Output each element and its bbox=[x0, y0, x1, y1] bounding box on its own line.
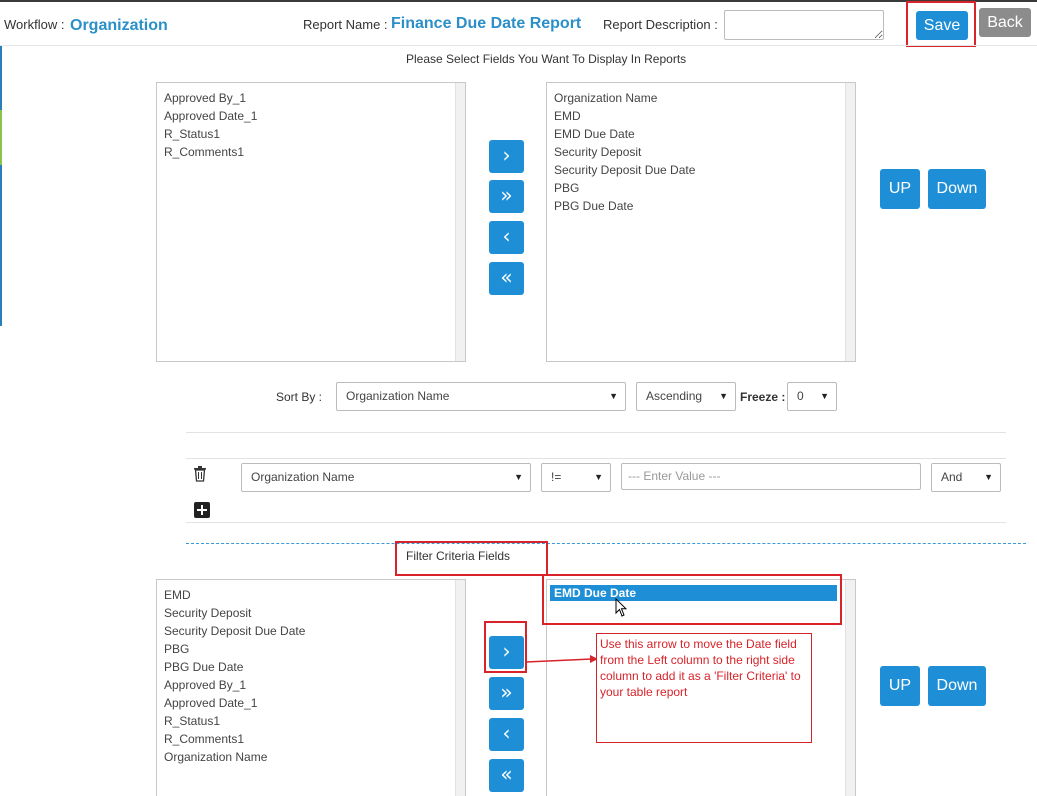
list-item[interactable]: Approved Date_1 bbox=[164, 694, 305, 712]
report-description-label: Report Description : bbox=[603, 17, 718, 32]
list-item[interactable]: Security Deposit Due Date bbox=[164, 622, 305, 640]
filter-operator-select[interactable]: != ▼ bbox=[541, 463, 611, 492]
mouse-cursor-icon bbox=[615, 597, 628, 621]
filter-section-title: Filter Criteria Fields bbox=[406, 549, 511, 563]
workflow-label: Workflow : bbox=[4, 17, 65, 32]
freeze-value: 0 bbox=[797, 389, 804, 403]
move-all-left-button[interactable]: « bbox=[489, 262, 524, 295]
list-item[interactable]: PBG bbox=[554, 179, 695, 197]
freeze-label: Freeze : bbox=[740, 390, 786, 404]
list-item[interactable]: Security Deposit Due Date bbox=[554, 161, 695, 179]
section-dashed-divider bbox=[186, 543, 1026, 544]
caret-down-icon: ▼ bbox=[609, 391, 618, 401]
header-divider bbox=[0, 45, 1037, 46]
available-filter-fields-items: EMD Security Deposit Security Deposit Due … bbox=[164, 586, 305, 766]
filter-field-value: Organization Name bbox=[251, 470, 355, 484]
report-description-input[interactable] bbox=[724, 10, 884, 40]
list-item[interactable]: Organization Name bbox=[554, 89, 695, 107]
filter-move-all-right-button[interactable]: » bbox=[489, 677, 524, 710]
report-name-label: Report Name : bbox=[303, 17, 388, 32]
filter-down-button[interactable]: Down bbox=[928, 666, 986, 706]
list-item[interactable]: R_Comments1 bbox=[164, 143, 257, 161]
selected-display-fields-items: Organization Name EMD EMD Due Date Security… bbox=[554, 89, 695, 215]
list-item[interactable]: Organization Name bbox=[164, 748, 305, 766]
list-item[interactable]: Approved Date_1 bbox=[164, 107, 257, 125]
caret-down-icon: ▼ bbox=[514, 472, 523, 482]
sort-by-label: Sort By : bbox=[276, 390, 323, 404]
available-display-fields-list[interactable]: Approved By_1 Approved Date_1 R_Status1 R_C… bbox=[156, 82, 466, 362]
sort-field-value: Organization Name bbox=[346, 389, 450, 403]
display-up-button[interactable]: UP bbox=[880, 169, 920, 209]
caret-down-icon: ▼ bbox=[719, 391, 728, 401]
available-display-fields-items: Approved By_1 Approved Date_1 R_Status1 R_C… bbox=[164, 89, 257, 161]
list-item[interactable]: Approved By_1 bbox=[164, 676, 305, 694]
report-name-value: Finance Due Date Report bbox=[391, 15, 582, 32]
list-item[interactable]: EMD bbox=[164, 586, 305, 604]
list-item[interactable]: Security Deposit bbox=[164, 604, 305, 622]
filter-conjunction-select[interactable]: And ▼ bbox=[931, 463, 1001, 492]
workflow-value: Organization bbox=[70, 17, 168, 34]
filter-value-input[interactable]: --- Enter Value --- bbox=[621, 463, 921, 490]
sort-order-select[interactable]: Ascending ▼ bbox=[636, 382, 736, 411]
available-filter-fields-list[interactable]: EMD Security Deposit Security Deposit Due … bbox=[156, 579, 466, 796]
list-item[interactable]: PBG bbox=[164, 640, 305, 658]
filter-operator-value: != bbox=[551, 470, 562, 484]
display-section-title: Please Select Fields You Want To Display… bbox=[406, 52, 687, 66]
divider bbox=[186, 522, 1006, 523]
freeze-select[interactable]: 0 ▼ bbox=[787, 382, 837, 411]
caret-down-icon: ▼ bbox=[820, 391, 829, 401]
list-item[interactable]: EMD bbox=[554, 107, 695, 125]
annotation-arrow-icon bbox=[525, 655, 598, 663]
scrollbar[interactable] bbox=[455, 580, 465, 796]
sort-order-value: Ascending bbox=[646, 389, 703, 403]
list-item[interactable]: EMD Due Date bbox=[554, 125, 695, 143]
add-filter-icon[interactable] bbox=[194, 502, 210, 521]
list-item[interactable]: Approved By_1 bbox=[164, 89, 257, 107]
back-button[interactable]: Back bbox=[979, 8, 1031, 37]
list-item[interactable]: R_Comments1 bbox=[164, 730, 305, 748]
filter-up-button[interactable]: UP bbox=[880, 666, 920, 706]
save-button[interactable]: Save bbox=[916, 11, 968, 40]
sort-field-select[interactable]: Organization Name ▼ bbox=[336, 382, 626, 411]
move-left-button[interactable]: ‹ bbox=[489, 221, 524, 254]
divider bbox=[186, 432, 1006, 433]
selected-display-fields-list[interactable]: Organization Name EMD EMD Due Date Security… bbox=[546, 82, 856, 362]
trash-icon[interactable] bbox=[193, 466, 207, 487]
filter-move-right-button[interactable]: › bbox=[489, 636, 524, 669]
filter-conjunction-value: And bbox=[941, 470, 963, 484]
caret-down-icon: ▼ bbox=[594, 472, 603, 482]
caret-down-icon: ▼ bbox=[984, 472, 993, 482]
selected-item-highlight-box bbox=[542, 574, 842, 625]
divider bbox=[186, 458, 1006, 459]
left-accent-bar-green bbox=[0, 110, 2, 165]
filter-field-select[interactable]: Organization Name ▼ bbox=[241, 463, 531, 492]
filter-move-all-left-button[interactable]: « bbox=[489, 759, 524, 792]
filter-move-left-button[interactable]: ‹ bbox=[489, 718, 524, 751]
scrollbar[interactable] bbox=[845, 580, 855, 796]
left-accent-bar bbox=[0, 46, 2, 326]
move-all-right-button[interactable]: » bbox=[489, 180, 524, 213]
list-item[interactable]: R_Status1 bbox=[164, 125, 257, 143]
list-item[interactable]: PBG Due Date bbox=[164, 658, 305, 676]
list-item[interactable]: Security Deposit bbox=[554, 143, 695, 161]
instruction-callout: Use this arrow to move the Date field fr… bbox=[596, 633, 812, 743]
list-item[interactable]: R_Status1 bbox=[164, 712, 305, 730]
scrollbar[interactable] bbox=[845, 83, 855, 361]
display-down-button[interactable]: Down bbox=[928, 169, 986, 209]
list-item[interactable]: PBG Due Date bbox=[554, 197, 695, 215]
top-border bbox=[0, 0, 1037, 2]
move-right-button[interactable]: › bbox=[489, 140, 524, 173]
scrollbar[interactable] bbox=[455, 83, 465, 361]
